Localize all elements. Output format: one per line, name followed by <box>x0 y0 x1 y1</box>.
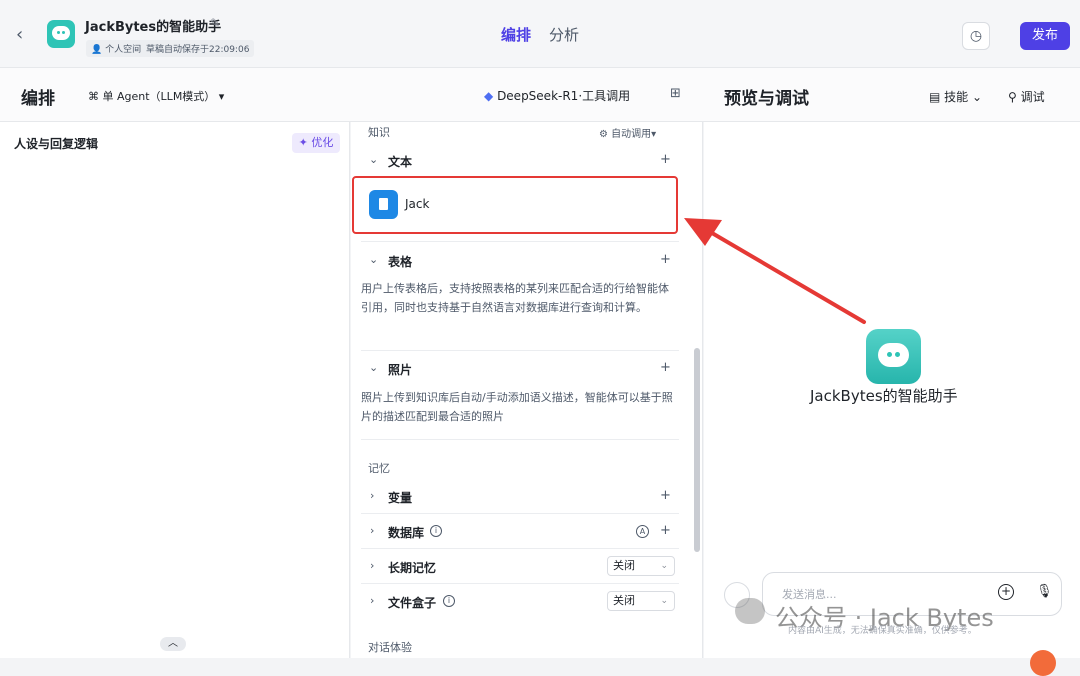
file-box-value: 关闭 <box>613 594 635 607</box>
table-section-title: 表格 <box>388 255 413 269</box>
long-term-memory-value: 关闭 <box>613 559 635 572</box>
chevron-down-icon[interactable]: ⌄ <box>369 361 378 374</box>
skills-dropdown[interactable]: ▤ 技能 ⌄ <box>929 88 982 105</box>
model-label: DeepSeek-R1·工具调用 <box>497 89 631 103</box>
publish-button[interactable]: 发布 <box>1020 22 1070 50</box>
debug-button[interactable]: ⚲ 调试 <box>1008 88 1045 105</box>
collapse-up-icon[interactable]: ︿ <box>160 637 186 651</box>
chevron-right-icon[interactable]: › <box>370 594 374 607</box>
knowledge-item-name: Jack <box>405 197 430 211</box>
auto-call-label: 自动调用 <box>611 129 652 140</box>
document-icon <box>369 190 398 219</box>
app-avatar-icon <box>47 20 75 48</box>
auto-call-selector[interactable]: ⚙ 自动调用▾ <box>599 125 656 140</box>
bot-avatar-icon <box>866 329 921 384</box>
photo-section-title: 照片 <box>388 363 413 377</box>
database-title: 数据库 <box>388 526 425 540</box>
edit-icon[interactable]: ✎ <box>210 16 220 30</box>
divider <box>361 548 679 549</box>
divider <box>361 241 679 242</box>
tab-arrange[interactable]: 编排 <box>501 24 531 45</box>
wechat-logo-icon <box>735 598 765 624</box>
space-tag-label: 个人空间 <box>105 45 142 55</box>
persona-title: 人设与回复逻辑 <box>14 137 99 151</box>
space-tag: 👤 个人空间 <box>86 40 147 57</box>
history-icon[interactable]: ◷ <box>962 22 990 50</box>
variables-title: 变量 <box>388 491 413 505</box>
long-term-memory-select[interactable]: 关闭 ⌄ <box>607 556 675 576</box>
photo-description: 照片上传到知识库后自动/手动添加语义描述，智能体可以基于照片的描述匹配到最合适的… <box>361 391 673 423</box>
divider <box>361 513 679 514</box>
add-text-icon[interactable]: + <box>660 152 671 167</box>
scrollbar[interactable] <box>694 348 700 552</box>
chevron-down-icon[interactable]: ⌄ <box>369 153 378 166</box>
knowledge-label: 知识 <box>368 126 390 139</box>
bot-name: JackBytes的智能助手 <box>810 387 958 405</box>
microphone-icon[interactable]: 🎙 <box>1036 584 1053 599</box>
floating-badge[interactable] <box>1030 650 1056 676</box>
grid-icon[interactable]: ⊞ <box>670 86 681 101</box>
file-box-select[interactable]: 关闭 ⌄ <box>607 591 675 611</box>
optimize-button[interactable]: ✦ 优化 <box>292 133 340 153</box>
chevron-down-icon: ⌄ <box>660 596 668 606</box>
info-icon[interactable]: i <box>430 525 442 537</box>
add-variable-icon[interactable]: + <box>660 488 671 503</box>
chevron-down-icon[interactable]: ⌄ <box>369 253 378 266</box>
info-icon[interactable]: i <box>443 595 455 607</box>
autosave-status: 草稿自动保存于22:09:06 <box>141 40 255 57</box>
add-attachment-icon[interactable]: + <box>998 584 1014 600</box>
ai-disclaimer: 内容由AI生成，无法确保真实准确，仅供参考。 <box>788 626 977 636</box>
persona-panel <box>0 122 350 658</box>
debug-label: 调试 <box>1020 90 1045 104</box>
preview-title: 预览与调试 <box>724 89 809 109</box>
model-selector[interactable]: ◆ DeepSeek-R1·工具调用 <box>484 87 630 104</box>
chevron-right-icon[interactable]: › <box>370 524 374 537</box>
whale-icon: ◆ <box>484 89 494 103</box>
add-photo-icon[interactable]: + <box>660 360 671 375</box>
agent-mode-selector[interactable]: ⌘ 单 Agent（LLM模式） ▾ <box>88 88 224 104</box>
long-term-memory-title: 长期记忆 <box>388 561 437 575</box>
tab-analysis[interactable]: 分析 <box>549 24 579 45</box>
back-icon[interactable]: ‹ <box>16 24 23 45</box>
agent-mode-label: 单 Agent（LLM模式） <box>102 90 216 103</box>
app-title: JackBytes的智能助手 <box>85 20 222 35</box>
chevron-down-icon: ⌄ <box>660 561 668 571</box>
add-table-icon[interactable]: + <box>660 252 671 267</box>
chevron-right-icon[interactable]: › <box>370 559 374 572</box>
table-description: 用户上传表格后，支持按照表格的某列来匹配合适的行给智能体引用，同时也支持基于自然… <box>361 282 669 314</box>
section-title: 编排 <box>21 89 55 109</box>
add-database-icon[interactable]: + <box>660 523 671 538</box>
chevron-right-icon[interactable]: › <box>370 489 374 502</box>
memory-label: 记忆 <box>368 462 390 475</box>
knowledge-item[interactable] <box>352 176 678 234</box>
file-box-title: 文件盒子 <box>388 596 437 610</box>
divider <box>361 583 679 584</box>
text-section-title: 文本 <box>388 155 413 169</box>
divider <box>361 439 679 440</box>
auto-icon[interactable]: A <box>636 525 649 538</box>
skills-label: 技能 <box>944 90 969 104</box>
divider <box>361 350 679 351</box>
dialog-experience-label: 对话体验 <box>368 641 412 654</box>
optimize-label: 优化 <box>311 136 334 149</box>
